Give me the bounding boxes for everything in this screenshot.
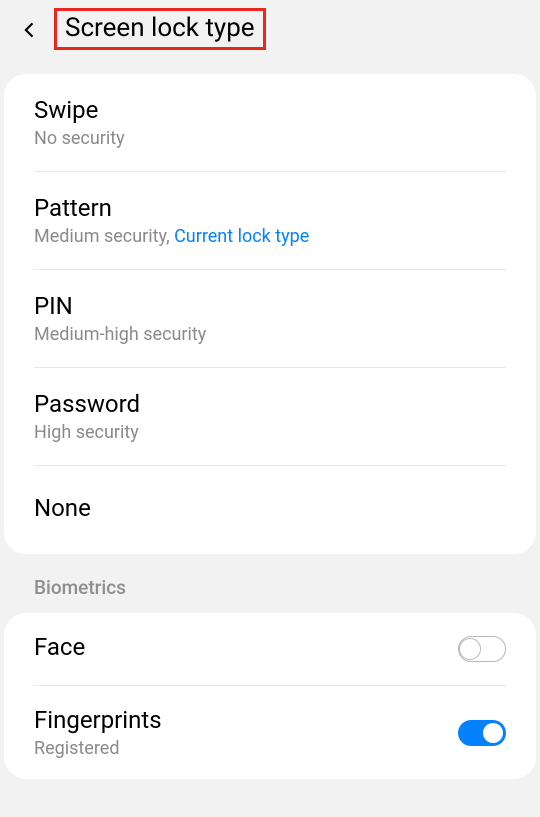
item-title: Fingerprints (34, 706, 458, 734)
current-lock-type-link: Current lock type (174, 226, 309, 247)
title-highlight-box: Screen lock type (54, 8, 266, 50)
page-title: Screen lock type (65, 13, 255, 43)
lock-type-none[interactable]: None (34, 466, 506, 554)
toggle-knob (459, 638, 481, 660)
biometrics-card: Face Fingerprints Registered (4, 613, 536, 779)
item-title: Pattern (34, 194, 506, 222)
item-title: None (34, 494, 506, 522)
lock-type-swipe[interactable]: Swipe No security (34, 74, 506, 172)
back-icon[interactable] (20, 20, 40, 40)
face-toggle[interactable] (458, 636, 506, 662)
header: Screen lock type (0, 0, 540, 68)
item-subtitle: No security (34, 128, 506, 149)
lock-type-password[interactable]: Password High security (34, 368, 506, 466)
lock-types-card: Swipe No security Pattern Medium securit… (4, 74, 536, 554)
toggle-knob (483, 723, 503, 743)
item-subtitle: Registered (34, 738, 458, 759)
item-subtitle: Medium security, Current lock type (34, 226, 506, 247)
fingerprints-toggle[interactable] (458, 720, 506, 746)
lock-type-pin[interactable]: PIN Medium-high security (34, 270, 506, 368)
item-subtitle: High security (34, 422, 506, 443)
lock-type-pattern[interactable]: Pattern Medium security, Current lock ty… (34, 172, 506, 270)
biometric-fingerprints[interactable]: Fingerprints Registered (34, 686, 506, 779)
item-title: Face (34, 633, 458, 661)
item-title: Password (34, 390, 506, 418)
item-title: Swipe (34, 96, 506, 124)
biometric-face[interactable]: Face (34, 613, 506, 686)
item-title: PIN (34, 292, 506, 320)
item-subtitle: Medium-high security (34, 324, 506, 345)
biometrics-section-header: Biometrics (0, 554, 540, 613)
